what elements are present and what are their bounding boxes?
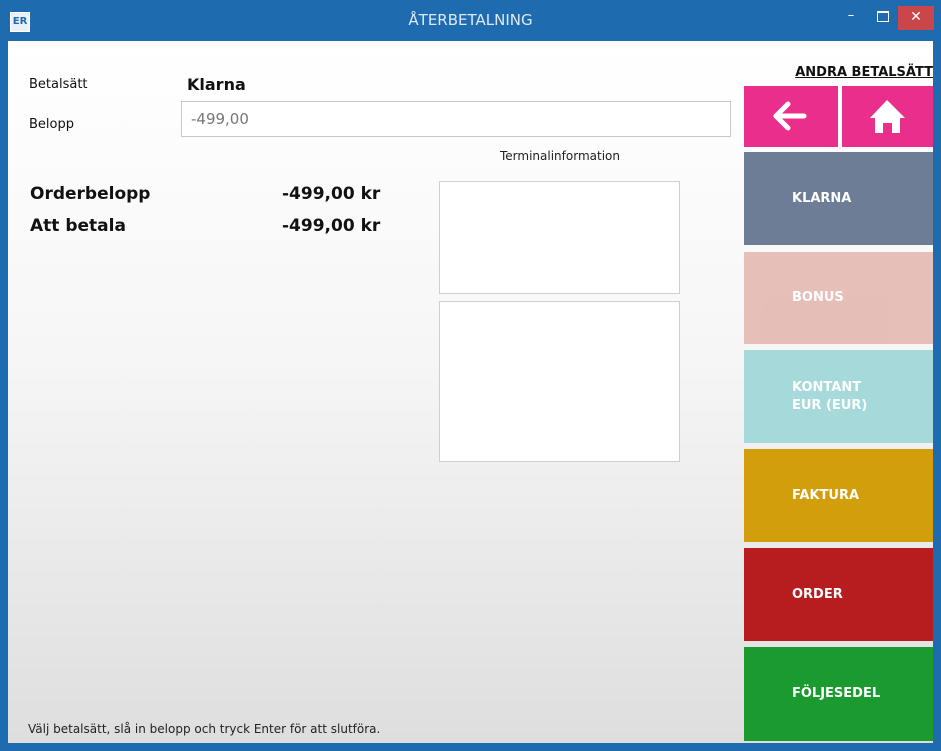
close-button[interactable]: ✕: [898, 6, 934, 30]
window-frame-bottom: [0, 743, 941, 751]
terminal-info-label: Terminalinformation: [500, 149, 620, 163]
order-amount-label: Orderbelopp: [30, 184, 151, 204]
amount-due-label: Att betala: [30, 216, 126, 236]
payment-method-label-order: ORDER: [792, 586, 843, 602]
amount-input[interactable]: -499,00: [181, 101, 731, 137]
instruction-text: Välj betalsätt, slå in belopp och tryck …: [28, 722, 381, 736]
title-bar: ER ÅTERBETALNING – ✕: [0, 0, 941, 41]
back-button[interactable]: [744, 86, 838, 147]
home-icon: [870, 100, 905, 133]
minimize-button[interactable]: –: [840, 6, 862, 28]
payment-method-label-klarna: KLARNA: [792, 190, 852, 206]
payment-method-bonus-button[interactable]: BONUS: [744, 252, 933, 344]
payment-method-invoice-button[interactable]: FAKTURA: [744, 449, 933, 542]
payment-method-label-bonus: BONUS: [792, 290, 844, 305]
payment-method-cash-eur-button[interactable]: KONTANT EUR (EUR): [744, 350, 933, 443]
payment-method-label-cash-eur: KONTANT EUR (EUR): [792, 379, 868, 413]
other-payment-methods-title: ANDRA BETALSÄTT: [795, 65, 933, 80]
window-title: ÅTERBETALNING: [408, 11, 533, 29]
terminal-info-box: [439, 181, 680, 294]
payment-method-value: Klarna: [187, 75, 246, 94]
maximize-button[interactable]: [872, 6, 894, 28]
payment-method-label-invoice: FAKTURA: [792, 487, 860, 503]
window-frame-right: [933, 41, 941, 751]
refund-panel: Betalsätt Klarna Belopp -499,00 Orderbel…: [8, 41, 933, 743]
amount-due-value: -499,00 kr: [282, 216, 381, 236]
payment-method-label: Betalsätt: [29, 77, 88, 92]
payment-method-label-delivery-note: FÖLJESEDEL: [792, 686, 881, 701]
payment-method-klarna-button[interactable]: KLARNA: [744, 152, 933, 245]
order-amount-value: -499,00 kr: [282, 184, 381, 204]
payment-method-order-button[interactable]: ORDER: [744, 548, 933, 641]
terminal-message-box: [439, 301, 680, 462]
arrow-left-icon: [773, 101, 807, 131]
amount-label: Belopp: [29, 117, 74, 132]
window-frame-left: [0, 41, 8, 751]
payment-method-delivery-note-button[interactable]: FÖLJESEDEL: [744, 647, 933, 741]
home-button[interactable]: [842, 86, 933, 147]
maximize-icon: [877, 11, 889, 22]
